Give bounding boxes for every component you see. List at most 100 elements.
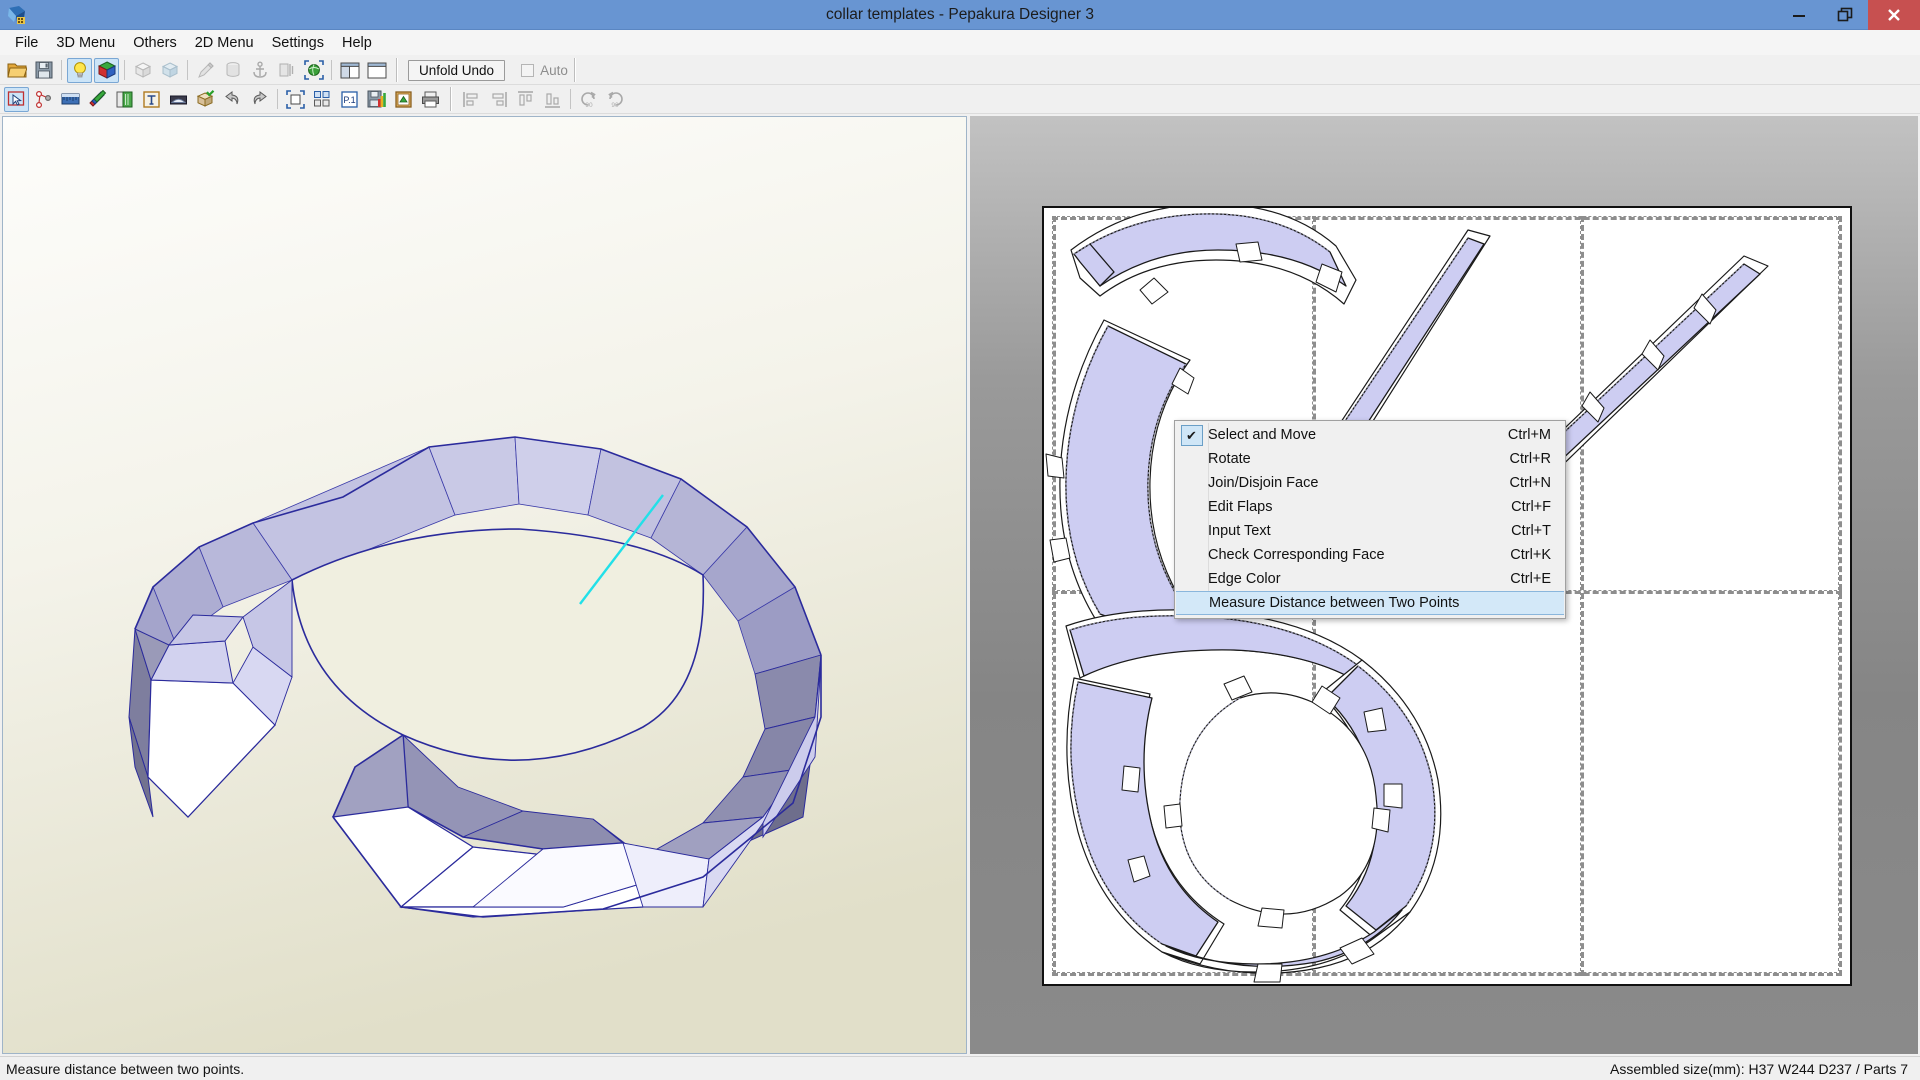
flap [1257,907,1285,929]
toolbar-separator [124,60,125,80]
ctx-gutter [1175,519,1208,543]
rotate-ccw-90-icon[interactable]: 90 [576,87,601,112]
ctx-label: Edge Color [1208,571,1281,587]
close-icon [1888,8,1900,21]
ctx-label: Join/Disjoin Face [1208,475,1319,491]
ctx-measure-distance[interactable]: Measure Distance between Two Points [1176,591,1564,615]
ctx-label: Input Text [1208,523,1271,539]
svg-text:90: 90 [611,102,619,109]
maximize-button[interactable] [1822,0,1868,30]
redo-icon[interactable] [247,87,272,112]
ctx-rotate[interactable]: Rotate Ctrl+R [1175,447,1565,471]
toggle-texture-icon[interactable] [94,57,119,83]
3d-model-view[interactable] [2,116,967,1054]
part-left-crescent-upper [1059,319,1191,641]
print-icon[interactable] [418,87,443,112]
ctx-gutter [1175,543,1208,567]
ctx-check-corresponding-face[interactable]: Check Corresponding Face Ctrl+K [1175,543,1565,567]
clipboard-icon[interactable] [391,87,416,112]
restore-icon [1837,7,1853,21]
flap [1383,783,1403,809]
toggle-light-icon[interactable] [67,57,92,83]
select-and-move-icon[interactable] [4,86,29,112]
input-text-icon[interactable] [139,87,164,112]
toolbar-separator [187,60,188,80]
rotate-icon[interactable] [31,87,56,112]
ctx-gutter: ✔ [1175,423,1208,447]
toolbar-separator [277,89,278,109]
menu-settings[interactable]: Settings [263,32,333,54]
ctx-accel: Ctrl+N [1509,475,1552,491]
page-one-icon[interactable]: P.1 [337,87,362,112]
check-corresponding-face-icon[interactable] [193,87,218,112]
align-bottom-icon[interactable] [540,87,565,112]
menu-file[interactable]: File [6,32,47,54]
status-bar: Measure distance between two points. Ass… [0,1056,1920,1080]
2d-tool-context-menu[interactable]: ✔ Select and Move Ctrl+M Rotate Ctrl+R J… [1174,420,1566,619]
ctx-accel: Ctrl+R [1509,451,1552,467]
main-workspace: ✔ Select and Move Ctrl+M Rotate Ctrl+R J… [0,114,1920,1056]
toolbar-group-separator [396,58,398,82]
ctx-join-disjoin-face[interactable]: Join/Disjoin Face Ctrl+N [1175,471,1565,495]
align-left-icon[interactable] [459,87,484,112]
align-right-icon[interactable] [486,87,511,112]
mirror-tool-icon[interactable] [274,58,299,83]
ctx-accel: Ctrl+E [1510,571,1551,587]
anchor-tool-icon[interactable] [247,58,272,83]
pepakura-app-icon [6,4,28,26]
cylinder-tool-icon[interactable] [220,58,245,83]
flap [1121,765,1141,793]
edge-color-icon[interactable] [85,87,110,112]
flap [1363,707,1387,733]
auto-checkbox[interactable] [521,63,535,77]
smooth-shading-icon[interactable] [157,58,182,83]
ctx-accel: Ctrl+T [1511,523,1551,539]
ctx-select-and-move[interactable]: ✔ Select and Move Ctrl+M [1175,423,1565,447]
ctx-gutter [1175,447,1208,471]
close-button[interactable] [1868,0,1920,30]
ctx-edit-flaps[interactable]: Edit Flaps Ctrl+F [1175,495,1565,519]
marquee-select-icon[interactable] [283,87,308,112]
flat-shading-icon[interactable] [130,58,155,83]
toolbar-separator [331,60,332,80]
flap [1045,453,1065,479]
menu-3d[interactable]: 3D Menu [47,32,124,54]
layout-parts-icon[interactable] [310,87,335,112]
menu-2d[interactable]: 2D Menu [186,32,263,54]
check-icon: ✔ [1180,424,1203,446]
edit-flaps-icon[interactable] [166,87,191,112]
unfold-undo-button[interactable]: Unfold Undo [408,59,506,81]
menu-help[interactable]: Help [333,32,381,54]
ctx-accel: Ctrl+F [1511,499,1551,515]
single-view-icon[interactable] [364,58,389,83]
undo-icon[interactable] [220,87,245,112]
flap [1049,537,1071,563]
flap [1163,803,1183,829]
window-controls [1776,0,1920,30]
auto-checkbox-group[interactable]: Auto [521,63,568,78]
join-disjoin-icon[interactable] [112,87,137,112]
ctx-input-text[interactable]: Input Text Ctrl+T [1175,519,1565,543]
toolbar-3d: Unfold Undo Auto [0,56,1920,85]
minimize-button[interactable] [1776,0,1822,30]
export-icon[interactable] [364,87,389,112]
ctx-gutter [1175,495,1208,519]
window-title: collar templates - Pepakura Designer 3 [826,6,1094,23]
menu-bar: File 3D Menu Others 2D Menu Settings Hel… [0,30,1920,56]
ctx-accel: Ctrl+K [1510,547,1551,563]
align-top-icon[interactable] [513,87,538,112]
menu-others[interactable]: Others [124,32,186,54]
split-view-horizontal-icon[interactable] [337,58,362,83]
flap [1139,277,1169,305]
rotate-cw-90-icon[interactable]: 90 [603,87,628,112]
save-file-icon[interactable] [31,58,56,83]
ctx-gutter [1175,567,1208,591]
flap [1235,241,1263,263]
open-file-icon[interactable] [4,58,29,83]
globe-select-icon[interactable] [301,58,326,83]
measure-icon[interactable] [58,87,83,112]
ctx-edge-color[interactable]: Edge Color Ctrl+E [1175,567,1565,591]
3d-collar-model [3,117,966,1053]
flap [1371,807,1391,833]
pen-tool-icon[interactable] [193,58,218,83]
